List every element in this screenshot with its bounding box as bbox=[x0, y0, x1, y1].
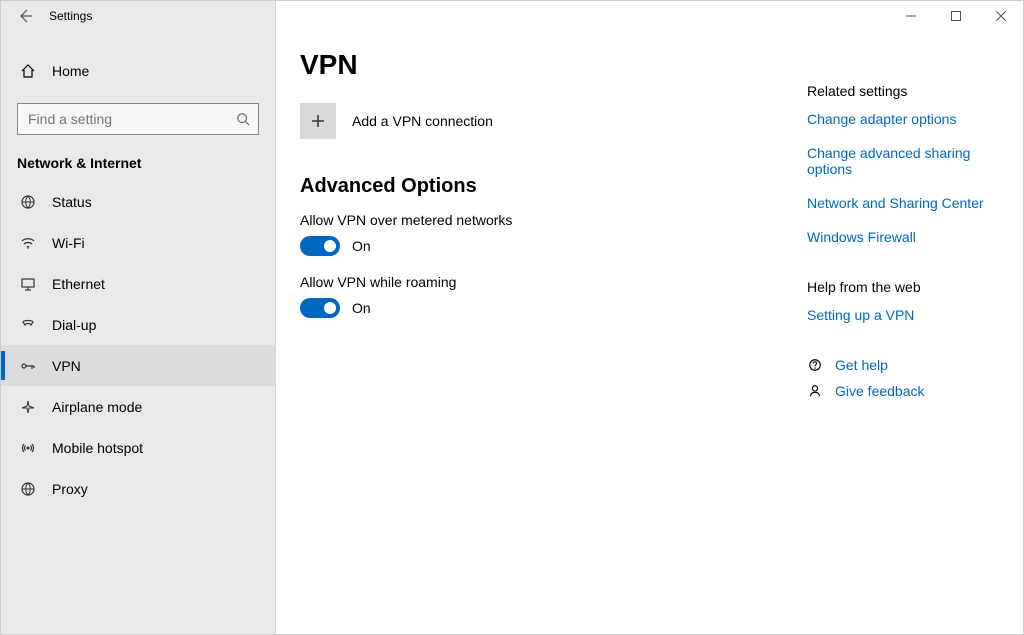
sidebar-item-label: Wi-Fi bbox=[52, 235, 85, 251]
window-title: Settings bbox=[49, 9, 92, 23]
get-help[interactable]: Get help bbox=[807, 357, 1007, 373]
sidebar-item-label: Home bbox=[52, 63, 89, 79]
give-feedback[interactable]: Give feedback bbox=[807, 383, 1007, 399]
related-settings-section: Related settings Change adapter options … bbox=[807, 83, 1007, 245]
toggle-roaming-block: Allow VPN while roaming On bbox=[300, 274, 775, 318]
related-settings-heading: Related settings bbox=[807, 83, 1007, 99]
sidebar-item-proxy[interactable]: Proxy bbox=[1, 468, 275, 509]
toggle-metered-state: On bbox=[352, 238, 371, 254]
search-box[interactable] bbox=[17, 103, 259, 135]
plus-icon bbox=[300, 103, 336, 139]
minimize-button[interactable] bbox=[888, 1, 933, 31]
dialup-icon bbox=[19, 317, 37, 333]
sidebar-item-status[interactable]: Status bbox=[1, 181, 275, 222]
sidebar-item-label: VPN bbox=[52, 358, 81, 374]
toggle-metered[interactable] bbox=[300, 236, 340, 256]
wifi-icon bbox=[19, 235, 37, 251]
link-advanced-sharing[interactable]: Change advanced sharing options bbox=[807, 145, 1007, 177]
advanced-options-heading: Advanced Options bbox=[300, 175, 775, 198]
help-icon bbox=[807, 358, 823, 372]
sidebar-item-label: Dial-up bbox=[52, 317, 96, 333]
feedback-icon bbox=[807, 384, 823, 398]
vpn-icon bbox=[19, 358, 37, 374]
sidebar-category: Network & Internet bbox=[1, 149, 275, 181]
sidebar-item-dialup[interactable]: Dial-up bbox=[1, 304, 275, 345]
sidebar-item-hotspot[interactable]: Mobile hotspot bbox=[1, 427, 275, 468]
content: VPN Add a VPN connection Advanced Option… bbox=[276, 1, 799, 634]
get-help-label: Get help bbox=[835, 357, 888, 373]
window-controls bbox=[888, 1, 1023, 31]
link-adapter-options[interactable]: Change adapter options bbox=[807, 111, 1007, 127]
toggle-roaming-label: Allow VPN while roaming bbox=[300, 274, 775, 290]
toggle-roaming-state: On bbox=[352, 300, 371, 316]
sidebar-item-label: Mobile hotspot bbox=[52, 440, 143, 456]
help-heading: Help from the web bbox=[807, 279, 1007, 295]
page-title: VPN bbox=[300, 49, 775, 81]
airplane-icon bbox=[19, 399, 37, 415]
close-button[interactable] bbox=[978, 1, 1023, 31]
search-icon bbox=[236, 112, 250, 126]
sidebar-item-airplane[interactable]: Airplane mode bbox=[1, 386, 275, 427]
give-feedback-label: Give feedback bbox=[835, 383, 925, 399]
sidebar-item-home[interactable]: Home bbox=[1, 53, 275, 89]
link-sharing-center[interactable]: Network and Sharing Center bbox=[807, 195, 1007, 211]
link-windows-firewall[interactable]: Windows Firewall bbox=[807, 229, 1007, 245]
titlebar: Settings bbox=[1, 1, 275, 31]
sidebar-item-label: Airplane mode bbox=[52, 399, 142, 415]
help-section: Help from the web Setting up a VPN bbox=[807, 279, 1007, 323]
main: VPN Add a VPN connection Advanced Option… bbox=[276, 1, 1023, 634]
link-setup-vpn[interactable]: Setting up a VPN bbox=[807, 307, 1007, 323]
maximize-button[interactable] bbox=[933, 1, 978, 31]
add-vpn-label: Add a VPN connection bbox=[352, 113, 493, 129]
sidebar-item-label: Proxy bbox=[52, 481, 88, 497]
add-vpn-connection[interactable]: Add a VPN connection bbox=[300, 103, 775, 139]
back-button[interactable] bbox=[1, 8, 49, 24]
nav-list: Status Wi-Fi Ethernet Dial-up VPN Airpla… bbox=[1, 181, 275, 509]
status-icon bbox=[19, 194, 37, 210]
toggle-metered-block: Allow VPN over metered networks On bbox=[300, 212, 775, 256]
toggle-roaming[interactable] bbox=[300, 298, 340, 318]
sidebar-item-label: Ethernet bbox=[52, 276, 105, 292]
sidebar-item-label: Status bbox=[52, 194, 92, 210]
sidebar-item-wifi[interactable]: Wi-Fi bbox=[1, 222, 275, 263]
proxy-icon bbox=[19, 481, 37, 497]
sidebar-item-vpn[interactable]: VPN bbox=[1, 345, 275, 386]
side-panel: Related settings Change adapter options … bbox=[799, 1, 1023, 634]
search-input[interactable] bbox=[26, 110, 236, 128]
hotspot-icon bbox=[19, 440, 37, 456]
ethernet-icon bbox=[19, 276, 37, 292]
sidebar: Settings Home Network & Internet Status … bbox=[1, 1, 276, 634]
home-icon bbox=[19, 63, 37, 79]
toggle-metered-label: Allow VPN over metered networks bbox=[300, 212, 775, 228]
settings-window: Settings Home Network & Internet Status … bbox=[0, 0, 1024, 635]
sidebar-item-ethernet[interactable]: Ethernet bbox=[1, 263, 275, 304]
